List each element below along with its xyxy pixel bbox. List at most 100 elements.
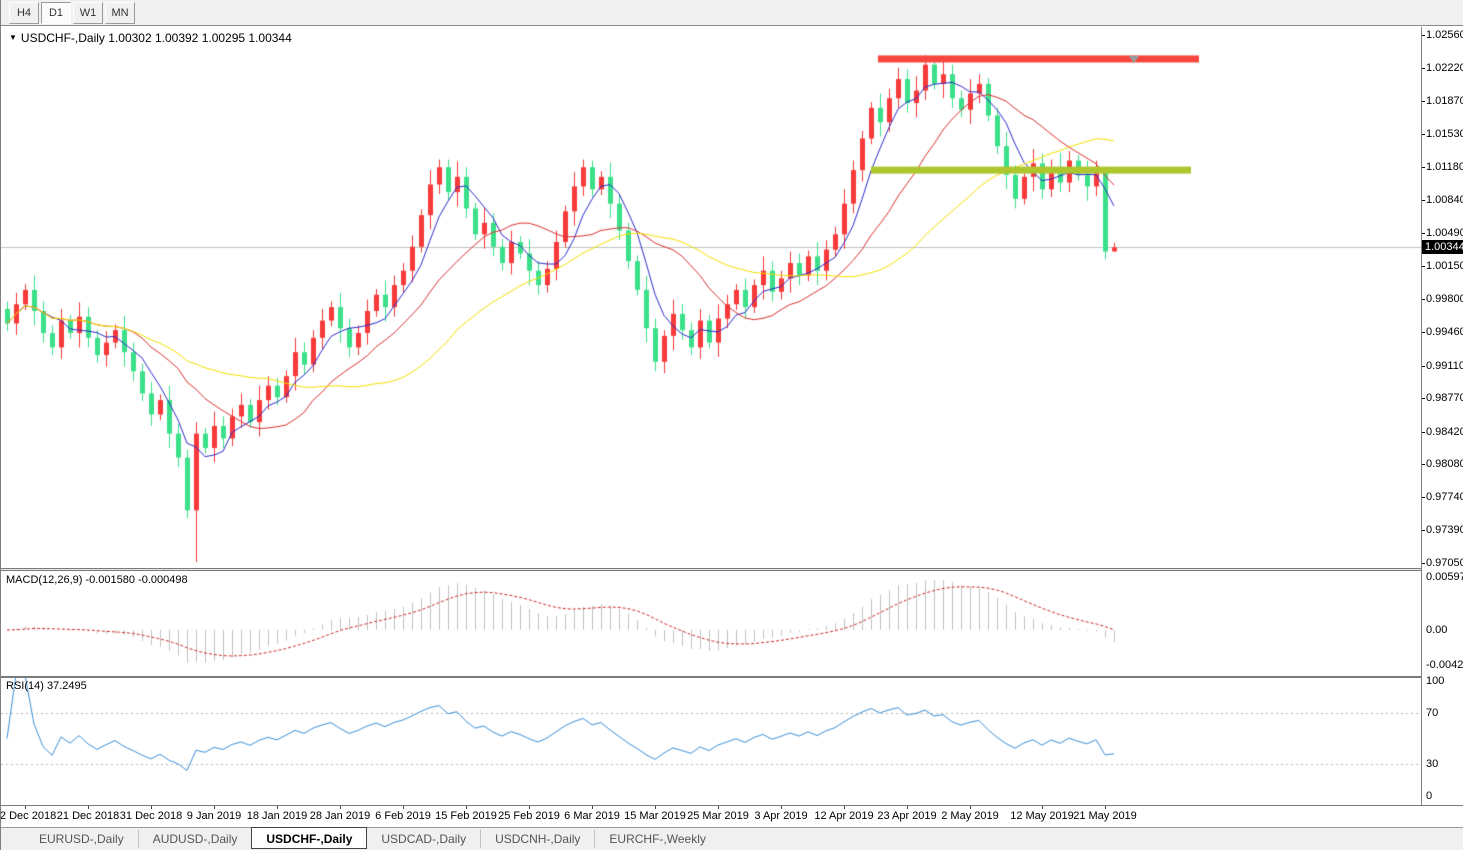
price-axis-tick	[1422, 101, 1425, 102]
rsi-canvas[interactable]	[1, 678, 1421, 805]
chart-title: ▼ USDCHF-,Daily 1.00302 1.00392 1.00295 1…	[9, 31, 292, 45]
date-axis-tick	[718, 806, 719, 809]
date-axis-label: 6 Mar 2019	[564, 810, 620, 822]
chart-tab-bar: EURUSD-,DailyAUDUSD-,DailyUSDCHF-,DailyU…	[1, 827, 1463, 850]
chart-tab-usdcad[interactable]: USDCAD-,Daily	[367, 830, 480, 848]
macd-label: MACD(12,26,9) -0.001580 -0.000498	[6, 574, 188, 586]
date-axis-tick	[25, 806, 26, 809]
chart-tab-usdchf[interactable]: USDCHF-,Daily	[251, 827, 367, 849]
price-axis-label: 1.01180	[1426, 161, 1463, 173]
date-axis-tick	[655, 806, 656, 809]
price-axis-label: 1.00150	[1426, 260, 1463, 272]
price-axis-tick	[1422, 464, 1425, 465]
timeframe-button-mn[interactable]: MN	[105, 2, 135, 24]
price-axis-label: 1.00840	[1426, 194, 1463, 206]
chart-tab-usdcnh[interactable]: USDCNH-,Daily	[480, 830, 594, 848]
price-axis-label: 0.97740	[1426, 491, 1463, 503]
date-axis-tick	[592, 806, 593, 809]
price-axis-tick	[1422, 35, 1425, 36]
price-axis-label: 0.98420	[1426, 426, 1463, 438]
price-axis[interactable]: 1.00344 1.025601.022201.018701.015301.01…	[1421, 27, 1463, 827]
price-axis-label: 1.01530	[1426, 128, 1463, 140]
price-axis-label: 1.02220	[1426, 62, 1463, 74]
date-axis-tick	[781, 806, 782, 809]
macd-axis-label: 0.00597	[1426, 571, 1463, 583]
date-axis-tick	[214, 806, 215, 809]
date-axis-label: 21 Dec 2018	[57, 810, 119, 822]
macd-axis-label: 0.00	[1426, 624, 1447, 636]
timeframe-button-h4[interactable]: H4	[9, 2, 39, 24]
price-chart-canvas[interactable]	[1, 27, 1421, 568]
price-axis-label: 0.99800	[1426, 293, 1463, 305]
date-axis-tick	[1105, 806, 1106, 809]
chart-tab-eurusd[interactable]: EURUSD-,Daily	[25, 830, 138, 848]
price-axis-label: 0.98770	[1426, 392, 1463, 404]
chart-tab-audusd[interactable]: AUDUSD-,Daily	[138, 830, 252, 848]
date-axis-label: 12 May 2019	[1010, 810, 1074, 822]
price-axis-tick	[1422, 266, 1425, 267]
price-axis-tick	[1422, 398, 1425, 399]
date-axis-tick	[466, 806, 467, 809]
price-axis-label: 0.98080	[1426, 458, 1463, 470]
chart-tab-eurchf[interactable]: EURCHF-,Weekly	[594, 830, 719, 848]
date-axis-tick	[907, 806, 908, 809]
macd-panel: MACD(12,26,9) -0.001580 -0.000498	[1, 571, 1421, 676]
date-axis-tick	[844, 806, 845, 809]
date-axis-tick	[340, 806, 341, 809]
timeframe-button-w1[interactable]: W1	[73, 2, 103, 24]
date-axis-label: 9 Jan 2019	[187, 810, 241, 822]
date-axis-label: 23 Apr 2019	[877, 810, 936, 822]
date-axis-tick	[1042, 806, 1043, 809]
rsi-axis-label: 70	[1426, 707, 1438, 719]
date-axis-label: 25 Mar 2019	[687, 810, 749, 822]
date-axis-tick	[277, 806, 278, 809]
rsi-axis-label: 100	[1426, 675, 1444, 687]
price-axis-tick	[1422, 68, 1425, 69]
date-axis-label: 21 May 2019	[1073, 810, 1137, 822]
chart-symbol-label: USDCHF-,Daily	[21, 31, 105, 45]
date-axis-label: 15 Mar 2019	[624, 810, 686, 822]
rsi-axis-label: 30	[1426, 758, 1438, 770]
date-axis-label: 12 Dec 2018	[0, 810, 56, 822]
timeframe-toolbar: H4D1W1MN	[1, 0, 1463, 26]
price-axis-tick	[1422, 432, 1425, 433]
price-axis-label: 1.00490	[1426, 227, 1463, 239]
chart-shift-marker-icon[interactable]	[1129, 56, 1139, 63]
macd-canvas[interactable]	[1, 571, 1421, 676]
rsi-axis-label: 0	[1426, 790, 1432, 802]
date-axis-label: 2 May 2019	[941, 810, 998, 822]
date-axis-tick	[529, 806, 530, 809]
price-axis-label: 0.97390	[1426, 524, 1463, 536]
date-axis-label: 25 Feb 2019	[498, 810, 560, 822]
timeframe-button-d1[interactable]: D1	[41, 2, 71, 24]
price-axis-label: 1.01870	[1426, 95, 1463, 107]
date-axis-label: 6 Feb 2019	[375, 810, 431, 822]
current-price-tag: 1.00344	[1422, 240, 1463, 254]
date-axis-tick	[151, 806, 152, 809]
price-axis-label: 0.99460	[1426, 326, 1463, 338]
date-axis-label: 3 Apr 2019	[754, 810, 807, 822]
date-axis-tick	[403, 806, 404, 809]
trading-app-window: H4D1W1MN ▼ USDCHF-,Daily 1.00302 1.00392 …	[0, 0, 1463, 850]
price-axis-tick	[1422, 299, 1425, 300]
date-axis-label: 31 Dec 2018	[120, 810, 182, 822]
date-axis-label: 12 Apr 2019	[814, 810, 873, 822]
price-axis-tick	[1422, 497, 1425, 498]
date-axis-tick	[970, 806, 971, 809]
price-axis-tick	[1422, 200, 1425, 201]
rsi-panel: RSI(14) 37.2495	[1, 678, 1421, 805]
date-axis[interactable]: 12 Dec 201821 Dec 201831 Dec 2018 9 Jan 2…	[1, 805, 1463, 827]
chart-ohlc-values: 1.00302 1.00392 1.00295 1.00344	[108, 31, 292, 45]
price-axis-tick	[1422, 332, 1425, 333]
date-axis-label: 15 Feb 2019	[435, 810, 497, 822]
price-axis-label: 0.99110	[1426, 360, 1463, 372]
rsi-label: RSI(14) 37.2495	[6, 680, 87, 692]
price-axis-tick	[1422, 233, 1425, 234]
date-axis-label: 18 Jan 2019	[247, 810, 308, 822]
price-axis-tick	[1422, 563, 1425, 564]
price-axis-label: 0.97050	[1426, 557, 1463, 569]
symbol-dropdown-icon[interactable]: ▼	[9, 33, 17, 42]
macd-axis-label: -0.004243	[1426, 659, 1463, 671]
price-axis-tick	[1422, 167, 1425, 168]
price-axis-tick	[1422, 366, 1425, 367]
